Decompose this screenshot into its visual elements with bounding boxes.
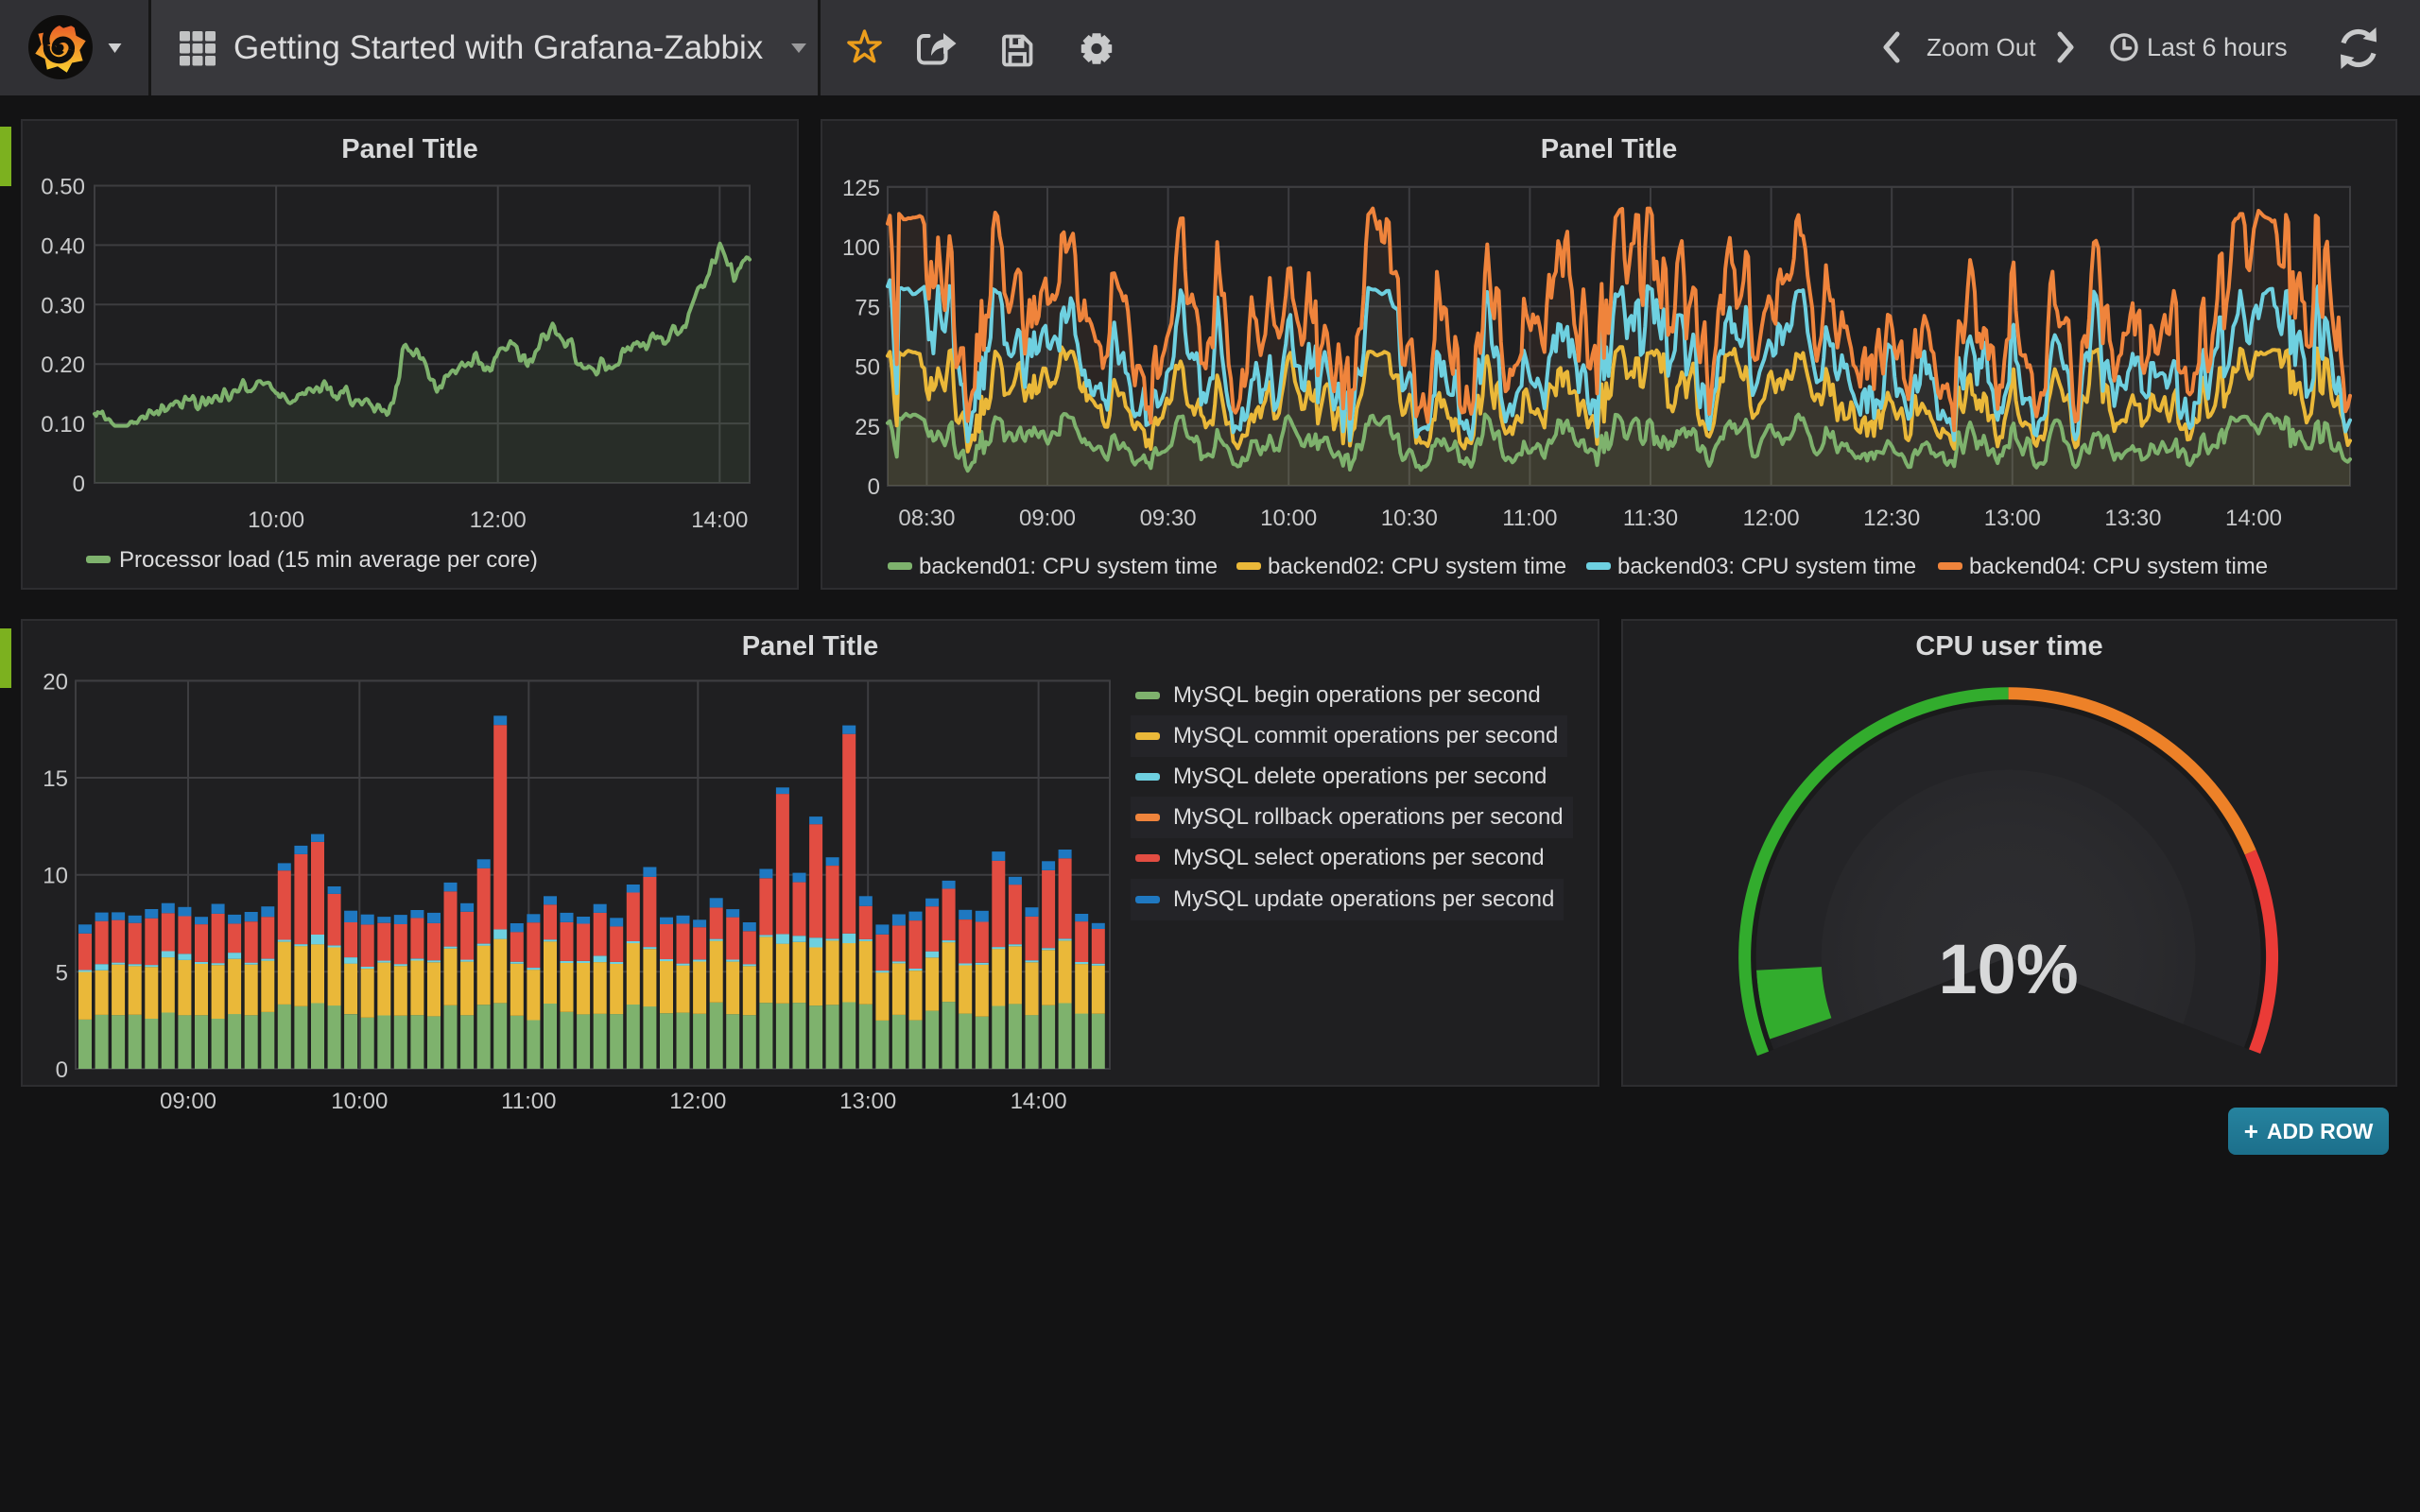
- svg-text:14:00: 14:00: [1011, 1089, 1067, 1114]
- svg-text:09:00: 09:00: [160, 1089, 216, 1114]
- svg-text:11:00: 11:00: [501, 1089, 556, 1114]
- svg-text:13:00: 13:00: [839, 1089, 896, 1114]
- svg-text:12:00: 12:00: [669, 1089, 726, 1114]
- svg-text:10:00: 10:00: [331, 1089, 388, 1114]
